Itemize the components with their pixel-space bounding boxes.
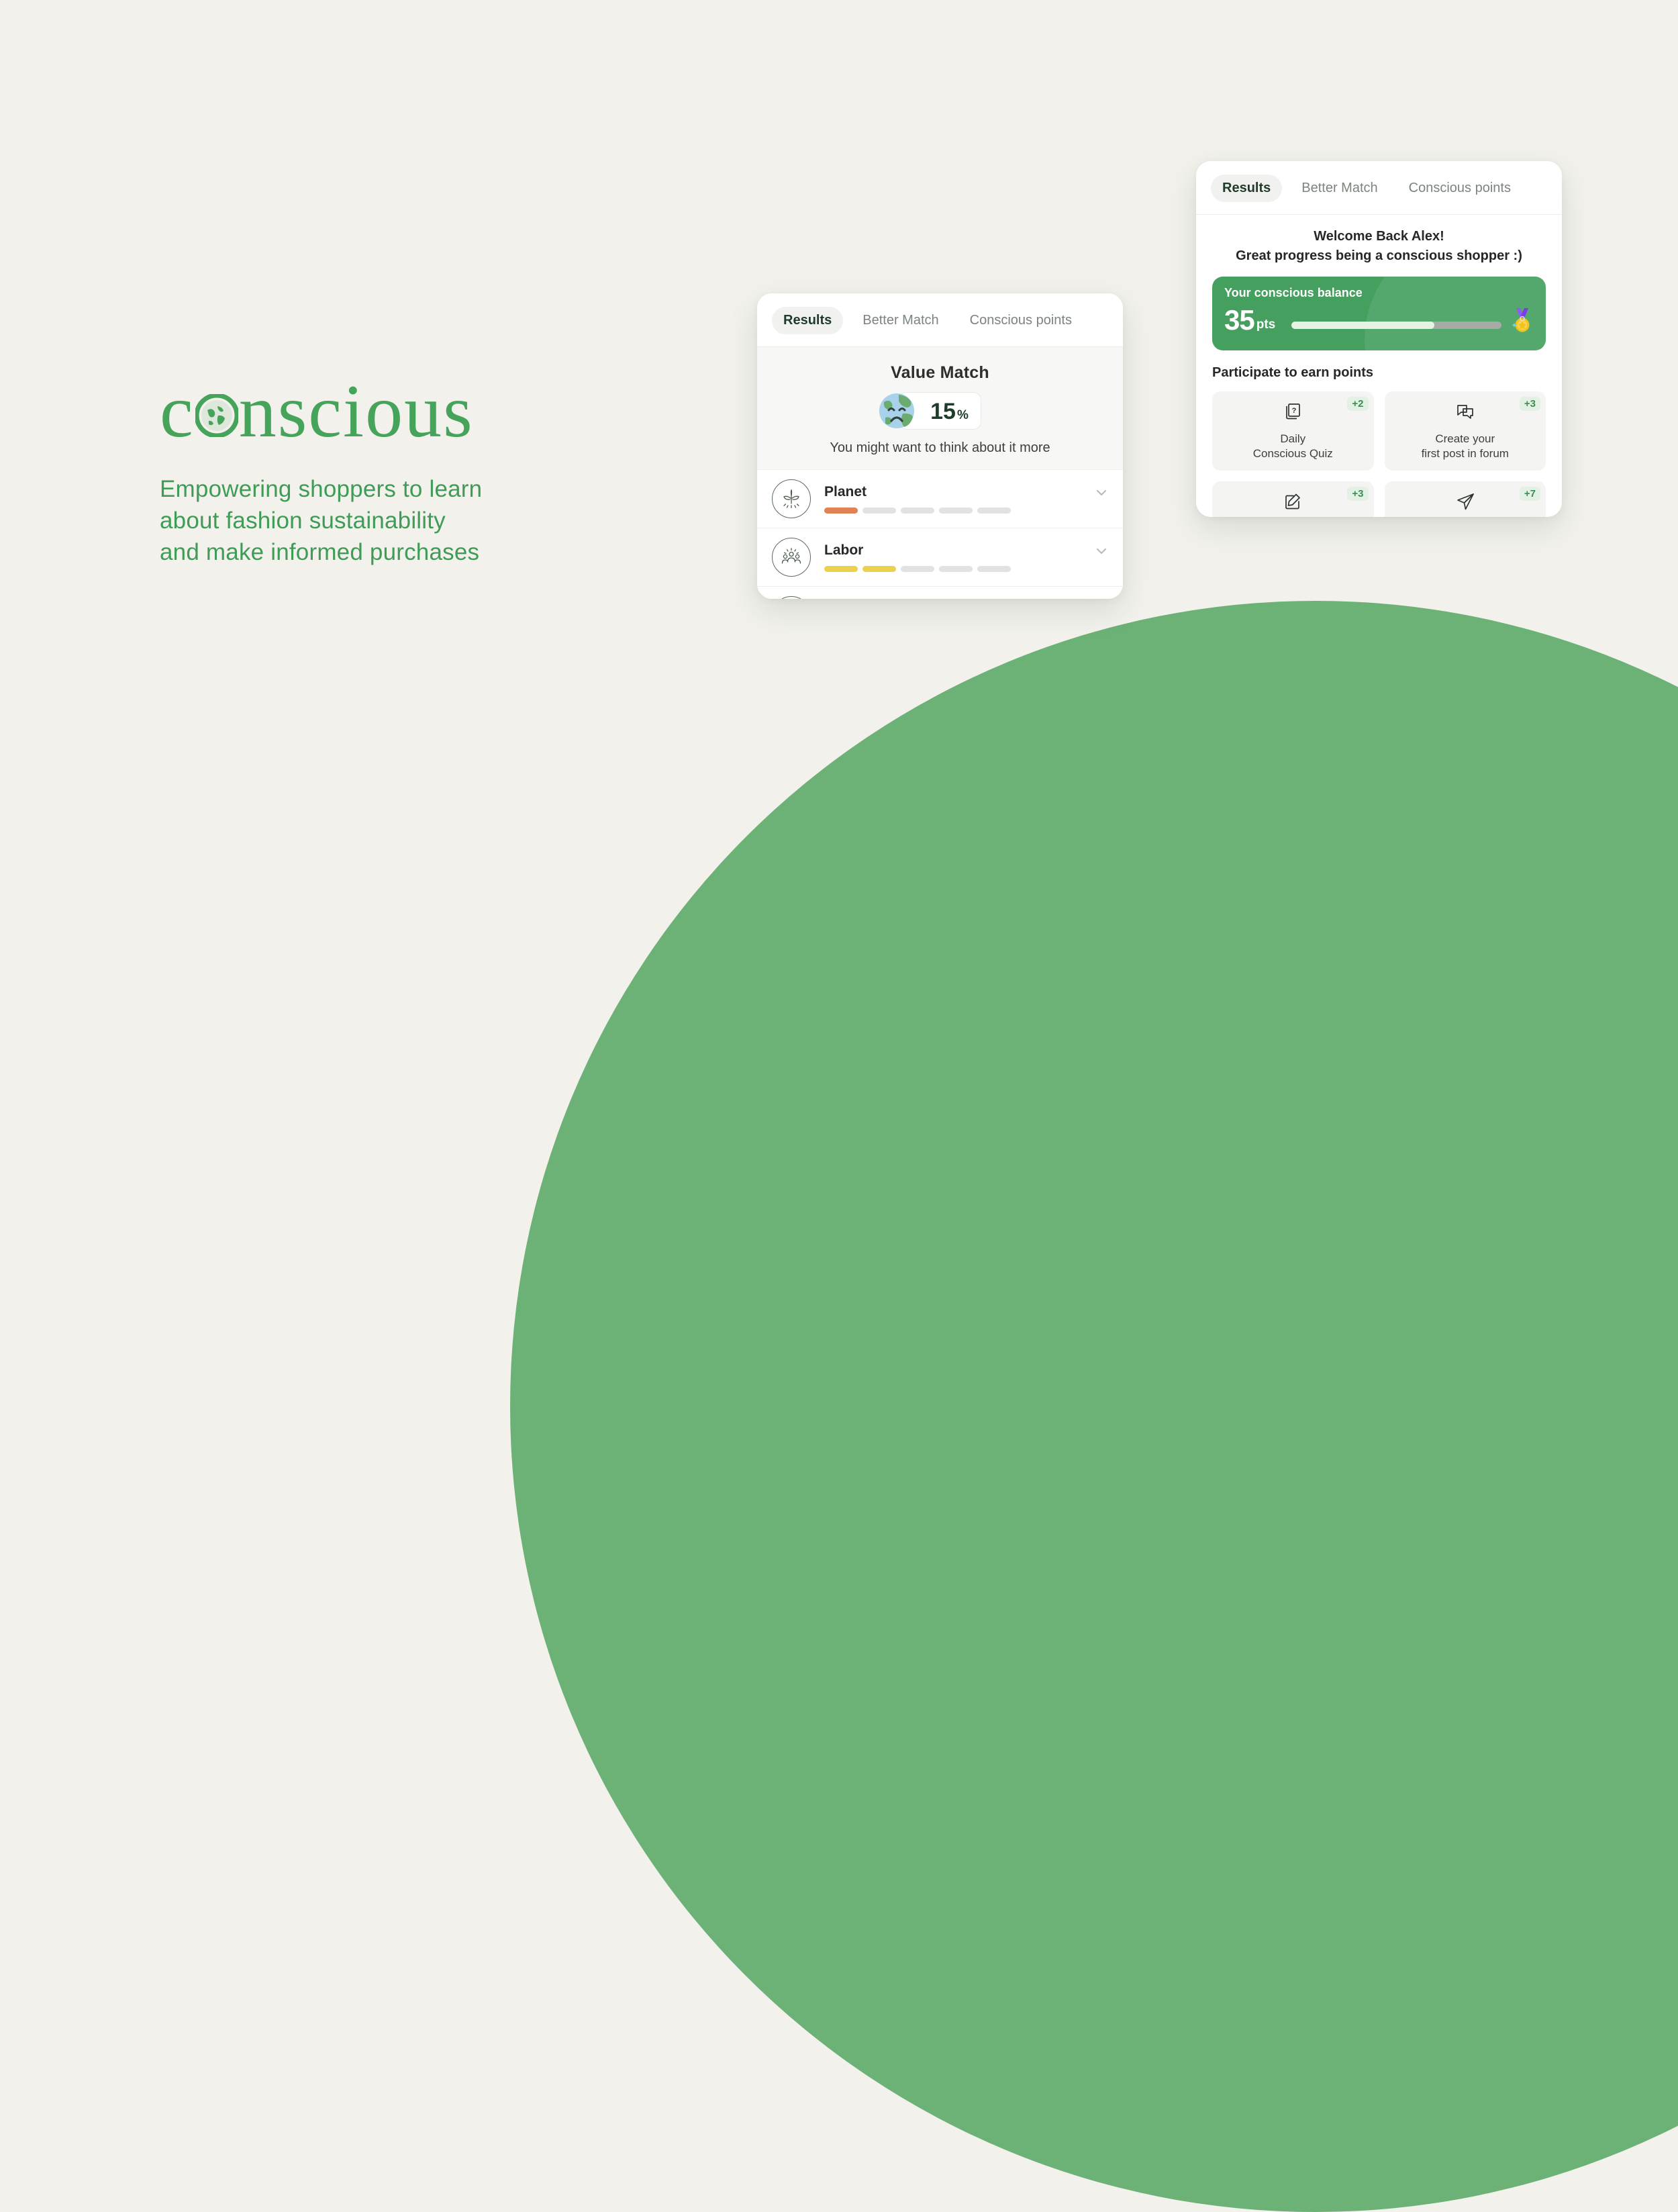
cow-icon (772, 596, 811, 599)
tab-conscious-points[interactable]: Conscious points (1397, 175, 1522, 202)
points-screen-card: Results Better Match Conscious points We… (1196, 161, 1562, 517)
category-content: Planet (824, 484, 1087, 514)
people-icon (772, 538, 811, 577)
tab-results[interactable]: Results (772, 307, 844, 334)
value-match-score-row: 15 % (757, 392, 1123, 430)
tagline-line-3: and make informed purchases (160, 539, 480, 566)
progress-segment (977, 508, 1011, 514)
logo-letter-c: c (160, 370, 195, 453)
points-body: Welcome Back Alex! Great progress being … (1196, 215, 1562, 517)
points-badge: +3 (1519, 397, 1540, 411)
earn-label-line-1: Create your (1435, 432, 1495, 446)
tagline-line-1: Empowering shoppers to learn (160, 476, 483, 502)
progress-segment (939, 508, 973, 514)
earn-card-label: Daily Conscious Quiz (1253, 432, 1333, 461)
category-label: Planet (824, 484, 867, 499)
chevron-down-icon[interactable] (1093, 543, 1109, 563)
brand-logo: c nscious (160, 374, 482, 449)
participate-title: Participate to earn points (1212, 365, 1374, 380)
results-tabbar: Results Better Match Conscious points (757, 293, 1123, 347)
progress-segment (977, 566, 1011, 572)
category-progress-planet (824, 508, 1087, 514)
chevron-down-icon[interactable] (1093, 485, 1109, 504)
category-row-animal[interactable]: Animal (757, 586, 1123, 599)
paper-plane-icon (1455, 491, 1475, 515)
progress-segment (901, 508, 934, 514)
balance-row: 35 pts (1224, 304, 1534, 336)
category-row-planet[interactable]: Planet (757, 469, 1123, 528)
progress-segment (862, 566, 896, 572)
background-decorative-circle (510, 601, 1678, 2212)
balance-value: 35 (1224, 304, 1255, 336)
score-value: 15 (930, 399, 956, 424)
category-label: Labor (824, 542, 864, 558)
earn-label-line-1: Daily (1280, 432, 1306, 446)
svg-text:?: ? (1292, 407, 1297, 415)
earn-card-email-brand[interactable]: +7 Send an email to a brand (1384, 481, 1546, 517)
balance-label: Your conscious balance (1224, 286, 1363, 299)
score-unit: % (956, 408, 969, 422)
earn-card-first-post[interactable]: +3 Create your first post in forum (1384, 391, 1546, 471)
progress-segment (824, 508, 858, 514)
brand-tagline: Empowering shoppers to learn about fashi… (160, 473, 482, 569)
conscious-balance-card: Your conscious balance 35 pts (1212, 277, 1546, 350)
tab-better-match[interactable]: Better Match (851, 307, 950, 334)
welcome-block: Welcome Back Alex! Great progress being … (1212, 215, 1546, 277)
welcome-line-1: Welcome Back Alex! (1314, 229, 1444, 244)
points-badge: +3 (1347, 487, 1369, 501)
progress-segment (901, 566, 934, 572)
globe-icon (195, 394, 238, 437)
earn-card-daily-quiz[interactable]: +2 ? Daily Conscious Quiz (1212, 391, 1374, 471)
quiz-cards-icon: ? (1283, 401, 1303, 425)
progress-segment (862, 508, 896, 514)
chat-bubbles-icon (1455, 401, 1475, 425)
earn-label-line-2: Conscious Quiz (1252, 446, 1333, 460)
category-progress-labor (824, 566, 1087, 572)
sprout-icon (772, 479, 811, 518)
medal-icon (1511, 307, 1534, 334)
tab-better-match[interactable]: Better Match (1290, 175, 1389, 202)
points-badge: +7 (1519, 487, 1540, 501)
value-match-title: Value Match (891, 363, 989, 382)
score-hint: You might want to think about it more (830, 440, 1050, 455)
balance-progress-fill (1291, 322, 1434, 329)
category-content: Labor (824, 542, 1087, 572)
earn-label-line-2: first post in forum (1421, 446, 1509, 460)
results-screen-card: Results Better Match Conscious points Va… (757, 293, 1123, 599)
write-pencil-icon (1283, 491, 1303, 515)
balance-unit: pts (1256, 318, 1276, 332)
results-body: Value Match 15 % You might want to think… (757, 347, 1123, 599)
earn-card-label: Create your first post in forum (1422, 432, 1509, 461)
points-badge: +2 (1347, 397, 1369, 411)
progress-segment (939, 566, 973, 572)
logo-letters-nscious: nscious (238, 370, 474, 453)
tab-conscious-points[interactable]: Conscious points (958, 307, 1083, 334)
earn-card-conscious-comment[interactable]: +3 Write a conscious comment (1212, 481, 1374, 517)
tab-results[interactable]: Results (1211, 175, 1283, 202)
tagline-line-2: about fashion sustainability (160, 508, 446, 534)
earn-points-grid: +2 ? Daily Conscious Quiz +3 Create your… (1212, 391, 1546, 517)
points-tabbar: Results Better Match Conscious points (1196, 161, 1562, 215)
balance-progress-bar (1291, 322, 1501, 329)
sad-earth-icon (879, 393, 915, 429)
progress-segment (824, 566, 858, 572)
category-row-labor[interactable]: Labor (757, 528, 1123, 586)
brand-block: c nscious Empowering shoppers to learn a… (160, 374, 482, 569)
welcome-line-2: Great progress being a conscious shopper… (1236, 248, 1522, 263)
